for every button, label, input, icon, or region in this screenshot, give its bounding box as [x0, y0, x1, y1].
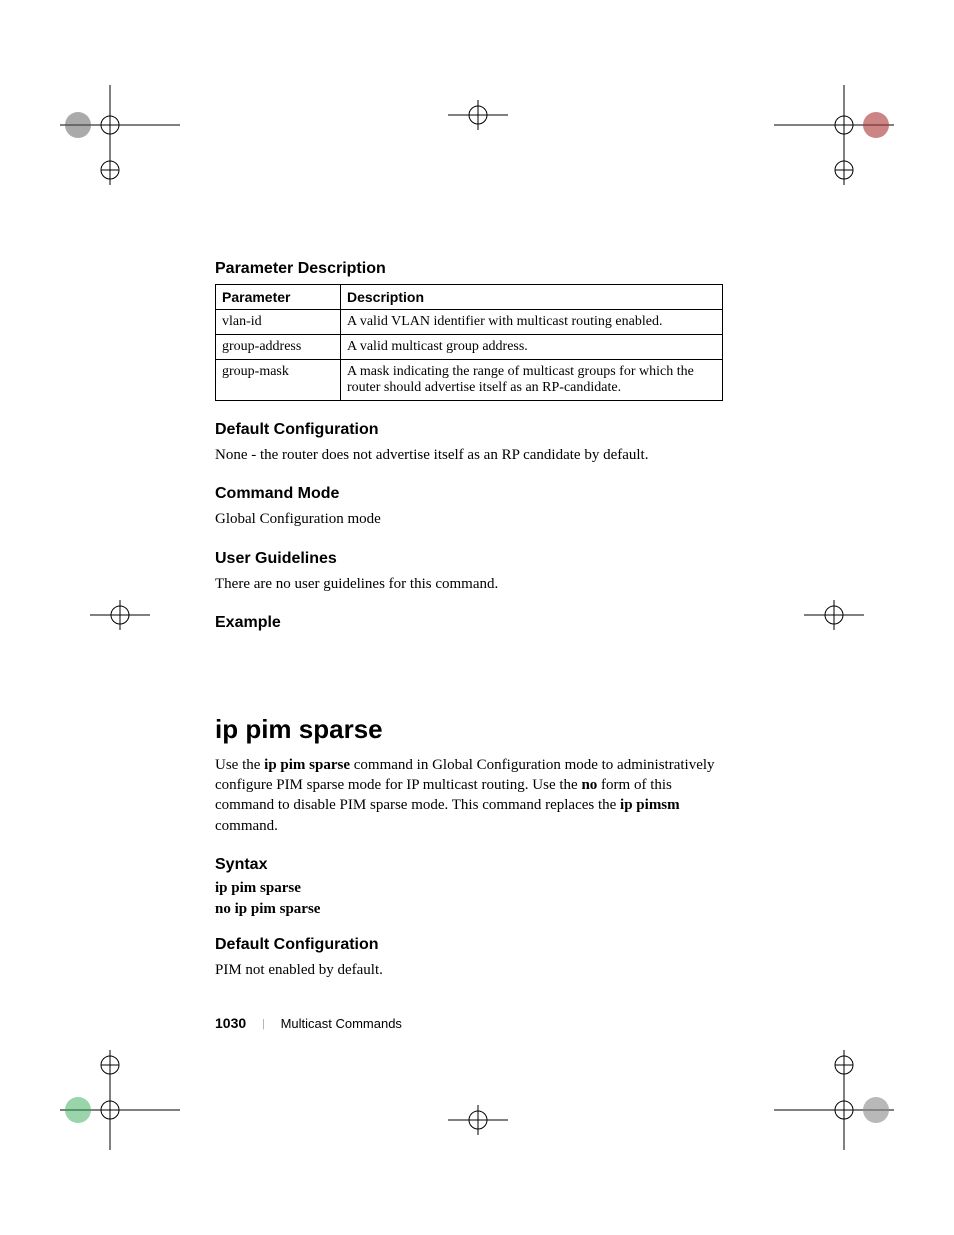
text-bold: no — [581, 777, 597, 793]
heading-command-name: ip pim sparse — [215, 714, 723, 745]
table-cell-desc: A valid multicast group address. — [341, 335, 723, 360]
footer-section-name: Multicast Commands — [281, 1016, 402, 1031]
syntax-line: ip pim sparse — [215, 880, 723, 897]
table-cell-param: vlan-id — [216, 310, 341, 335]
heading-command-mode: Command Mode — [215, 485, 723, 503]
table-header-description: Description — [341, 285, 723, 310]
crop-mark-icon — [804, 600, 864, 630]
body-text: Use the ip pim sparse command in Global … — [215, 755, 723, 836]
table-header-parameter: Parameter — [216, 285, 341, 310]
heading-parameter-description: Parameter Description — [215, 260, 723, 278]
heading-default-configuration: Default Configuration — [215, 421, 723, 439]
body-text: PIM not enabled by default. — [215, 960, 723, 980]
footer-separator: | — [262, 1016, 264, 1031]
table-cell-desc: A mask indicating the range of multicast… — [341, 360, 723, 401]
text-span: Use the — [215, 757, 264, 773]
crop-mark-icon — [60, 1050, 180, 1150]
text-span: command. — [215, 818, 278, 834]
crop-mark-icon — [774, 1050, 894, 1150]
crop-mark-icon — [774, 85, 894, 185]
text-bold: ip pim sparse — [264, 757, 350, 773]
heading-syntax: Syntax — [215, 856, 723, 874]
crop-mark-icon — [448, 100, 508, 130]
body-text: Global Configuration mode — [215, 509, 723, 529]
table-cell-desc: A valid VLAN identifier with multicast r… — [341, 310, 723, 335]
table-row: vlan-id A valid VLAN identifier with mul… — [216, 310, 723, 335]
crop-mark-icon — [60, 85, 180, 185]
heading-default-configuration: Default Configuration — [215, 936, 723, 954]
page-content: Parameter Description Parameter Descript… — [215, 260, 723, 994]
text-bold: ip pimsm — [620, 797, 680, 813]
table-cell-param: group-address — [216, 335, 341, 360]
heading-user-guidelines: User Guidelines — [215, 550, 723, 568]
crop-mark-icon — [448, 1105, 508, 1135]
syntax-line: no ip pim sparse — [215, 901, 723, 918]
heading-example: Example — [215, 614, 723, 632]
table-header-row: Parameter Description — [216, 285, 723, 310]
parameter-table: Parameter Description vlan-id A valid VL… — [215, 284, 723, 401]
body-text: There are no user guidelines for this co… — [215, 574, 723, 594]
table-cell-param: group-mask — [216, 360, 341, 401]
page-number: 1030 — [215, 1015, 246, 1031]
table-row: group-mask A mask indicating the range o… — [216, 360, 723, 401]
page-footer: 1030 | Multicast Commands — [215, 1015, 402, 1031]
table-row: group-address A valid multicast group ad… — [216, 335, 723, 360]
body-text: None - the router does not advertise its… — [215, 445, 723, 465]
crop-mark-icon — [90, 600, 150, 630]
